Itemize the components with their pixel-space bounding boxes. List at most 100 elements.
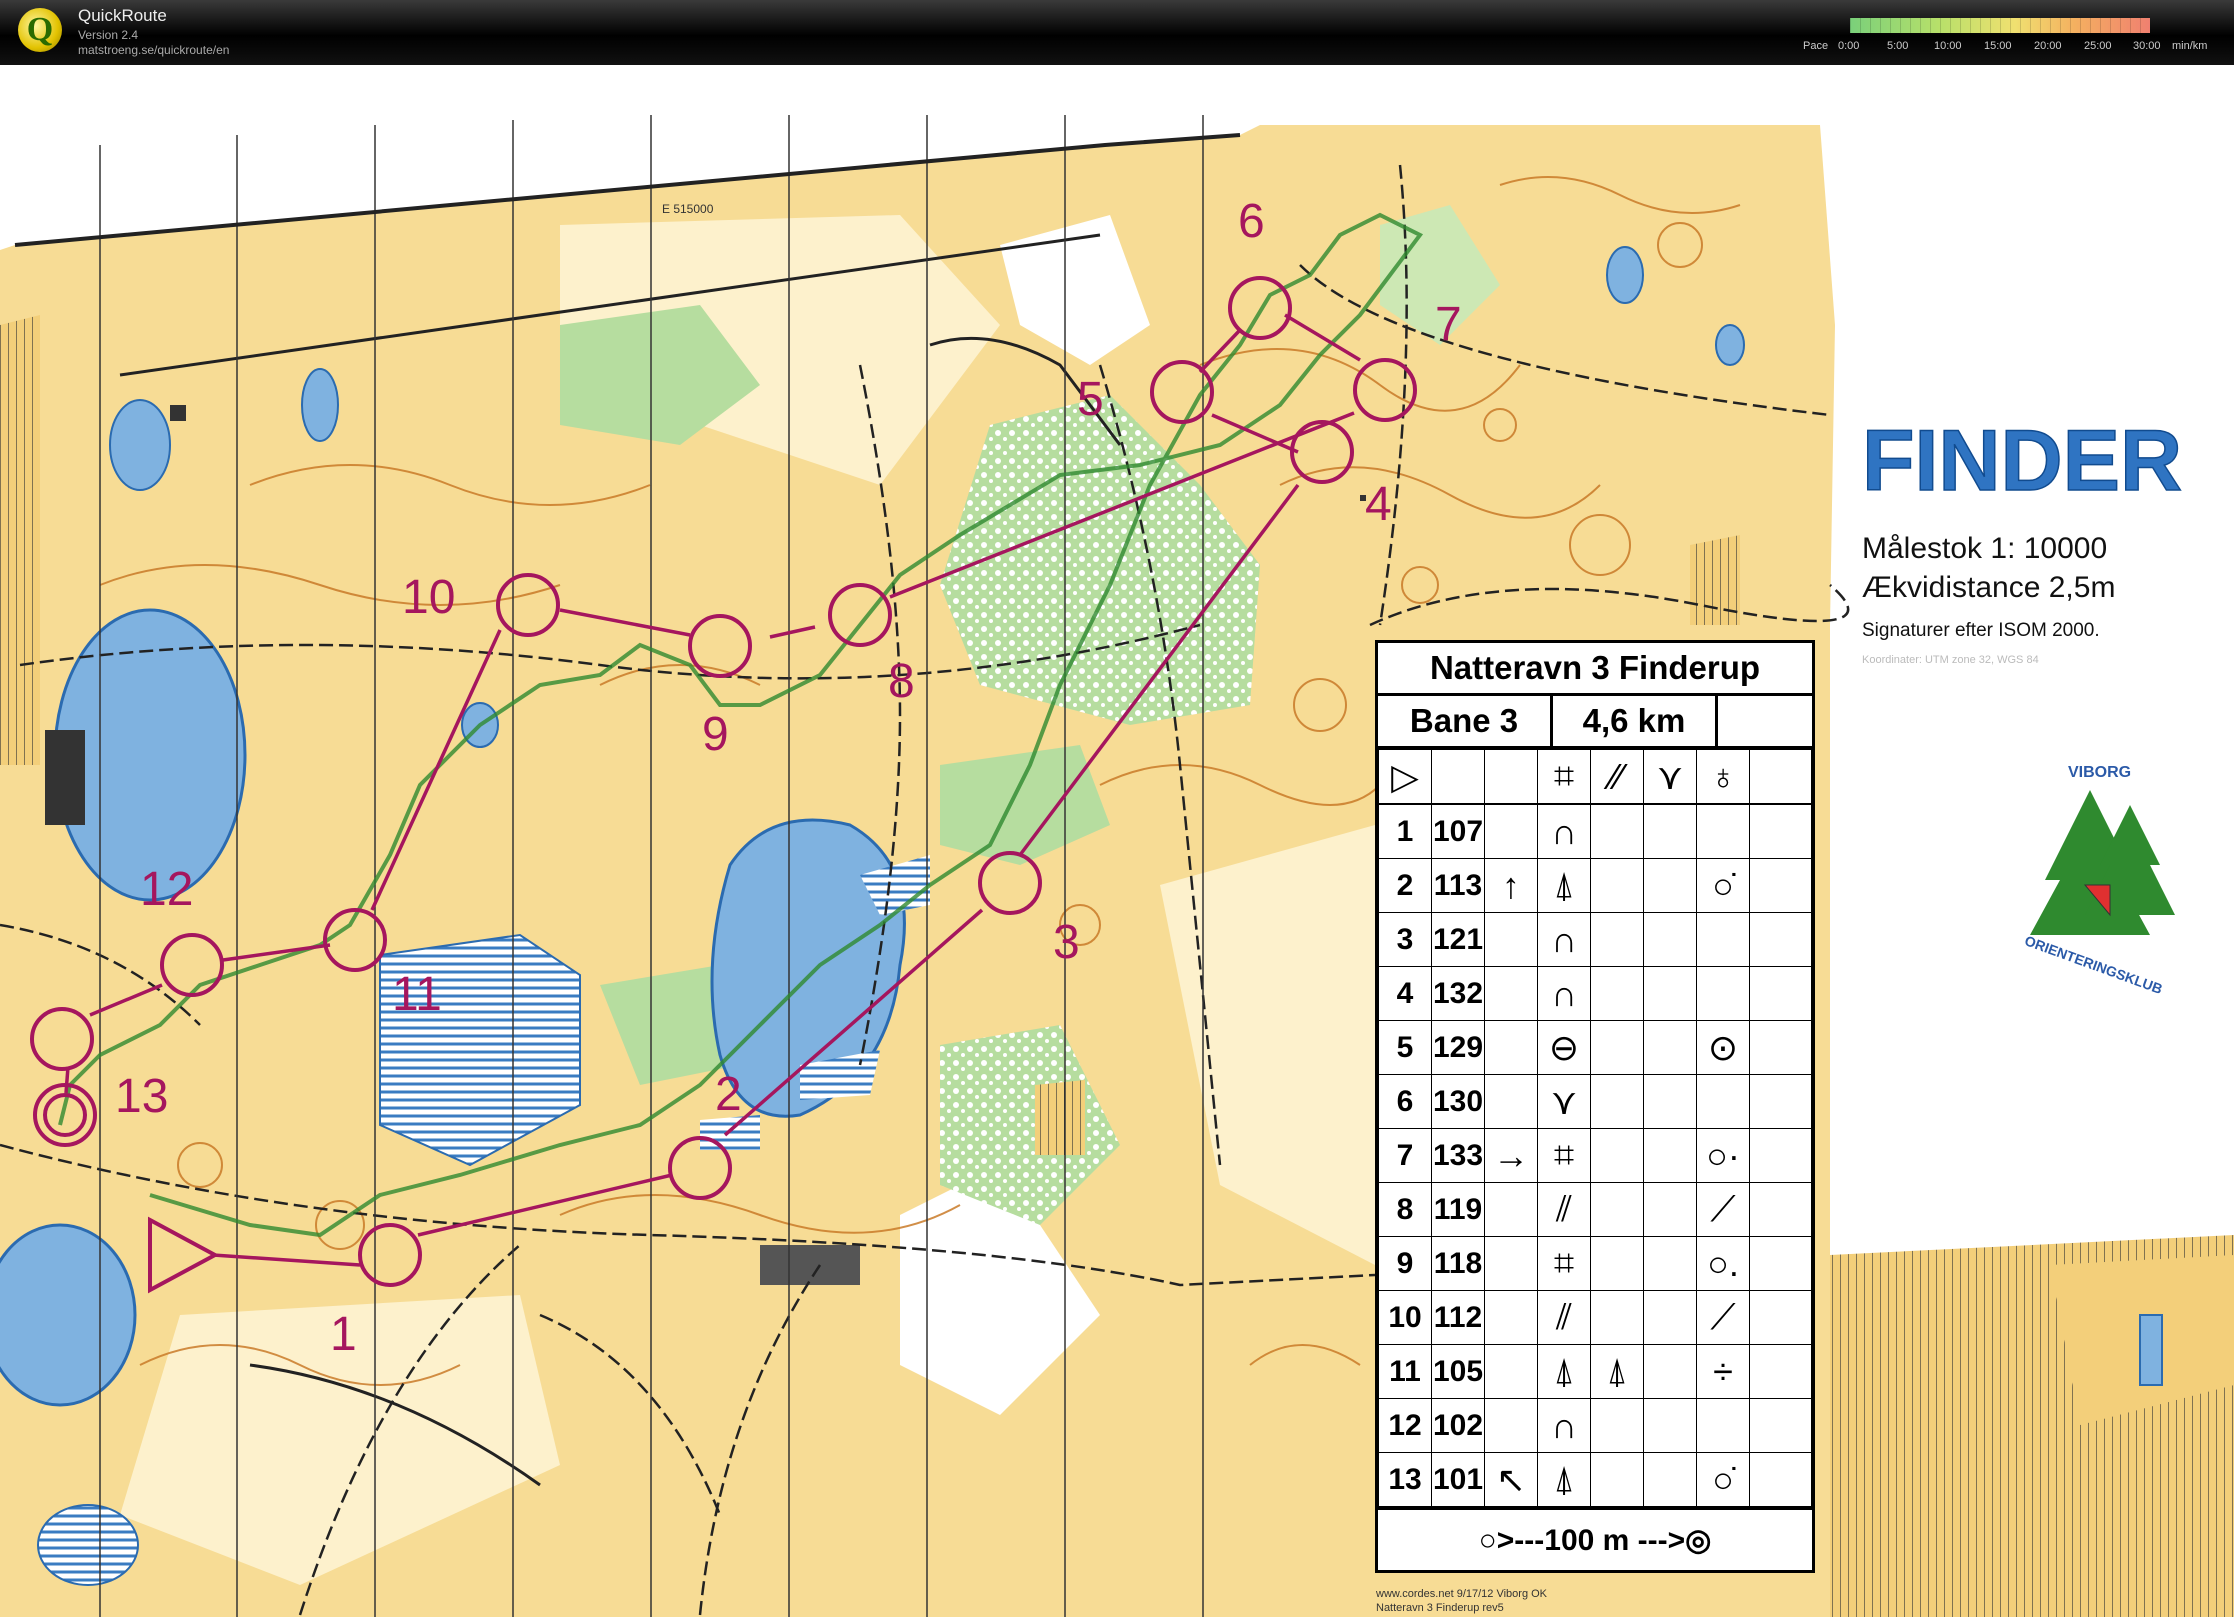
- detail-icon: [1696, 966, 1750, 1021]
- legend-cell: [1643, 1452, 1697, 1507]
- feature-icon: ∩: [1537, 1398, 1591, 1453]
- detail-icon: ⟋: [1696, 1290, 1750, 1345]
- orienteering-map[interactable]: E 515000 1 2 3 4 5 6 7 8 9 10 11 12 13 F…: [0, 65, 2234, 1617]
- direction-icon: [1484, 1344, 1538, 1399]
- map-symbols-note: Signaturer efter ISOM 2000.: [1862, 620, 2100, 641]
- control-code: 107: [1431, 804, 1485, 859]
- legend-cell: [1643, 858, 1697, 913]
- legend-cell: [1643, 1344, 1697, 1399]
- legend-cell: [1643, 966, 1697, 1021]
- control-code: 119: [1431, 1182, 1485, 1237]
- feature-icon: ∩: [1537, 912, 1591, 967]
- control-number: 5: [1077, 373, 1104, 426]
- direction-icon: [1484, 1236, 1538, 1291]
- control-row: 2 113 ↑ ⍋ ○̇: [1378, 858, 1812, 913]
- feature-icon: ⍋: [1590, 1344, 1644, 1399]
- control-rows: 1 107 ∩ 2 113 ↑ ⍋ ○̇ 3 121 ∩ 4 132 ∩ 5 129 ⊖ ⊙ 6 130 ⋎ 7 133 → ⌗…: [1378, 804, 1812, 1507]
- feature-icon: ∩: [1537, 804, 1591, 859]
- imprint-line: www.cordes.net 9/17/12 Viborg OK: [1375, 1588, 1548, 1600]
- control-code: 101: [1431, 1452, 1485, 1507]
- feature-icon: ⌗: [1537, 1128, 1591, 1183]
- pace-label: Pace: [1803, 40, 1829, 52]
- control-row-number: 6: [1378, 1074, 1432, 1129]
- control-code: 133: [1431, 1128, 1485, 1183]
- map-title: FINDER: [1862, 413, 2182, 509]
- control-row: 10 112 ⫽ ⟋: [1378, 1290, 1812, 1345]
- control-number: 12: [140, 863, 193, 916]
- control-row-number: 4: [1378, 966, 1432, 1021]
- legend-cell: [1749, 966, 1812, 1021]
- control-number: 9: [702, 708, 729, 761]
- control-row-number: 7: [1378, 1128, 1432, 1183]
- feature-icon: ⌗: [1537, 749, 1591, 804]
- direction-icon: [1484, 804, 1538, 859]
- legend-cell: [1749, 1398, 1812, 1453]
- feature-icon: [1590, 966, 1644, 1021]
- feature-icon: ⍋: [1537, 1452, 1591, 1507]
- pace-tick: 20:00: [2034, 40, 2062, 52]
- control-row-number: 10: [1378, 1290, 1432, 1345]
- legend-cell: [1643, 1398, 1697, 1453]
- feature-icon: [1590, 804, 1644, 859]
- control-code: 130: [1431, 1074, 1485, 1129]
- legend-cell: [1749, 912, 1812, 967]
- control-row-number: 12: [1378, 1398, 1432, 1453]
- pace-color-scale: [1850, 18, 2150, 33]
- control-number: 2: [715, 1068, 742, 1121]
- control-row-number: 8: [1378, 1182, 1432, 1237]
- control-row: 6 130 ⋎: [1378, 1074, 1812, 1129]
- control-number: 3: [1053, 916, 1080, 969]
- course-name: Bane 3: [1378, 696, 1553, 746]
- legend-cell: [1643, 1290, 1697, 1345]
- detail-icon: ○̇: [1696, 858, 1750, 913]
- pace-tick: 0:00: [1838, 40, 1860, 52]
- detail-icon: ♁: [1696, 749, 1750, 804]
- control-code: 132: [1431, 966, 1485, 1021]
- feature-icon: ⍋: [1537, 858, 1591, 913]
- direction-icon: ↖: [1484, 1452, 1538, 1507]
- start-row: ▷ ⌗ ⁄⁄ ⋎ ♁: [1378, 749, 1812, 804]
- course-length: 4,6 km: [1553, 696, 1718, 746]
- control-row-number: 13: [1378, 1452, 1432, 1507]
- pace-tick: 25:00: [2084, 40, 2112, 52]
- legend-header: Bane 3 4,6 km: [1378, 696, 1812, 749]
- map-contour-interval: Ækvidistance 2,5m: [1862, 571, 2115, 604]
- legend-cell: [1484, 749, 1538, 804]
- legend-cell: [1643, 1128, 1697, 1183]
- detail-icon: [1696, 912, 1750, 967]
- detail-icon: ÷: [1696, 1344, 1750, 1399]
- direction-icon: [1484, 1398, 1538, 1453]
- imprint-line: Natteravn 3 Finderup rev5: [1376, 1602, 1504, 1614]
- control-number: 7: [1435, 298, 1462, 351]
- control-row-number: 2: [1378, 858, 1432, 913]
- control-code: 121: [1431, 912, 1485, 967]
- feature-icon: [1590, 858, 1644, 913]
- feature-icon: ⫽: [1537, 1290, 1591, 1345]
- app-version: Version 2.4: [78, 28, 139, 42]
- control-code: 129: [1431, 1020, 1485, 1075]
- feature-icon: ⋎: [1643, 749, 1697, 804]
- feature-icon: ⁄⁄: [1590, 749, 1644, 804]
- legend-cell: [1643, 804, 1697, 859]
- control-row: 3 121 ∩: [1378, 912, 1812, 967]
- legend-header-blank: [1718, 696, 1812, 746]
- legend-cell: [1749, 1290, 1812, 1345]
- feature-icon: [1590, 1236, 1644, 1291]
- feature-icon: ⊖: [1537, 1020, 1591, 1075]
- feature-icon: ⫽: [1537, 1182, 1591, 1237]
- feature-icon: [1590, 1128, 1644, 1183]
- control-row-number: 9: [1378, 1236, 1432, 1291]
- pace-tick: 30:00: [2133, 40, 2161, 52]
- direction-icon: [1484, 966, 1538, 1021]
- control-number: 11: [392, 968, 442, 1021]
- quickroute-logo-icon: Q: [18, 8, 62, 52]
- club-name: VIBORG: [2068, 764, 2131, 781]
- feature-icon: ⍋: [1537, 1344, 1591, 1399]
- title-bar: Q QuickRoute Version 2.4 matstroeng.se/q…: [0, 0, 2234, 65]
- control-code: 118: [1431, 1236, 1485, 1291]
- app-url[interactable]: matstroeng.se/quickroute/en: [78, 43, 229, 57]
- control-code: 113: [1431, 858, 1485, 913]
- legend-cell: [1749, 1344, 1812, 1399]
- legend-cell: [1749, 1236, 1812, 1291]
- detail-icon: ○.: [1696, 1236, 1750, 1291]
